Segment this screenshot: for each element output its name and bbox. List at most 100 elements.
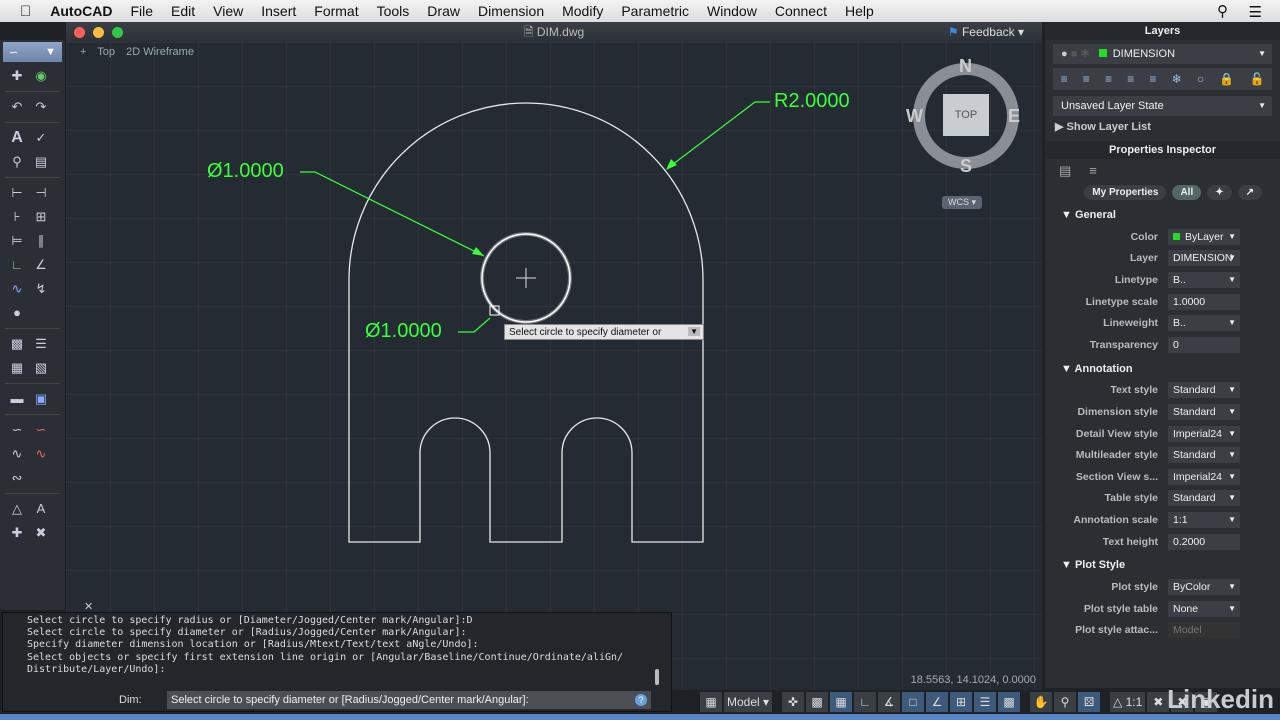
multileader-icon[interactable]: ▩ bbox=[8, 336, 26, 352]
dynamic-input-icon[interactable]: ⊞ bbox=[950, 692, 973, 712]
filter-all[interactable]: All bbox=[1172, 185, 1202, 200]
property-value[interactable]: Standard ▼ bbox=[1168, 447, 1240, 464]
object-properties-tab[interactable]: ▤ bbox=[1059, 163, 1071, 179]
compass-south[interactable]: S bbox=[960, 156, 972, 177]
property-value[interactable]: 0.2000 bbox=[1168, 533, 1240, 550]
menu-connect[interactable]: Connect bbox=[766, 3, 836, 19]
show-layer-list[interactable]: ▶ Show Layer List bbox=[1055, 120, 1270, 133]
viewcube[interactable]: TOP N S E W bbox=[906, 56, 1022, 180]
property-value[interactable]: ByColor ▼ bbox=[1168, 579, 1240, 596]
property-value[interactable]: Standard ▼ bbox=[1168, 490, 1240, 507]
linear-dimension-icon[interactable]: ⊢ bbox=[8, 185, 26, 201]
grid-snap-icon[interactable]: ▩ bbox=[806, 692, 829, 712]
tool-set-selector[interactable]: ∽ ▼ bbox=[3, 42, 62, 62]
menu-file[interactable]: File bbox=[121, 3, 162, 19]
otrack-icon[interactable]: ∠ bbox=[926, 692, 949, 712]
menu-window[interactable]: Window bbox=[698, 3, 766, 19]
layer-freeze-icon[interactable]: ❄ bbox=[1172, 72, 1182, 86]
redo-icon[interactable]: ↷ bbox=[32, 99, 50, 115]
chevron-down-icon[interactable]: ▼ bbox=[688, 327, 700, 336]
property-value[interactable]: None ▼ bbox=[1168, 600, 1240, 617]
layer-match-icon[interactable]: ≡ bbox=[1083, 72, 1090, 86]
viewcube-top-face[interactable]: TOP bbox=[943, 94, 989, 136]
circle-icon[interactable]: ● bbox=[8, 305, 26, 321]
layout-grid-icon[interactable]: ▦ bbox=[700, 692, 722, 712]
spellcheck-icon[interactable]: ✓ bbox=[32, 130, 50, 146]
property-value[interactable]: DIMENSION ▼ bbox=[1168, 250, 1240, 267]
table-icon[interactable]: ▦ bbox=[8, 360, 26, 376]
menu-insert[interactable]: Insert bbox=[252, 3, 305, 19]
revision-cloud-icon[interactable]: ▬ bbox=[8, 391, 26, 407]
layer-isolate-icon[interactable]: ≡ bbox=[1127, 72, 1134, 86]
menu-help[interactable]: Help bbox=[836, 3, 883, 19]
list-icon[interactable]: ☰ bbox=[1249, 3, 1262, 21]
annotation-visibility-icon[interactable]: ✖ bbox=[1147, 692, 1170, 712]
search-icon[interactable]: ⚲ bbox=[1217, 2, 1228, 20]
diameter-dimension-label[interactable]: Ø1.0000 bbox=[207, 160, 284, 183]
layers-tab[interactable]: ≡ bbox=[1089, 163, 1097, 179]
center-mark-icon[interactable]: ⊞ bbox=[32, 209, 50, 225]
remove-scale-icon[interactable]: ✖ bbox=[32, 525, 50, 541]
menu-app[interactable]: AutoCAD bbox=[41, 3, 121, 19]
layer-state-dropdown[interactable]: Unsaved Layer State ▼ bbox=[1053, 96, 1272, 116]
aligned-dimension-icon[interactable]: ⊣ bbox=[32, 185, 50, 201]
menu-view[interactable]: View bbox=[204, 3, 252, 19]
property-value[interactable]: ByLayer ▼ bbox=[1168, 228, 1240, 245]
layer-dropdown[interactable]: ● ■ ✱ DIMENSION ▼ bbox=[1053, 44, 1272, 64]
spline-icon[interactable]: ∽ bbox=[8, 422, 26, 438]
wipeout-icon[interactable]: ▣ bbox=[32, 391, 50, 407]
compass-north[interactable]: N bbox=[959, 56, 972, 77]
feedback-button[interactable]: ⚑ Feedback ▾ bbox=[948, 22, 1024, 42]
minimize-button[interactable] bbox=[93, 27, 104, 38]
helix-icon[interactable]: ∾ bbox=[8, 470, 26, 486]
model-space-button[interactable]: Model ▾ bbox=[724, 692, 773, 712]
command-input[interactable]: Select circle to specify diameter or [Ra… bbox=[167, 691, 651, 709]
snap-icon[interactable]: ✜ bbox=[782, 692, 805, 712]
property-value[interactable]: Standard ▼ bbox=[1168, 403, 1240, 420]
annotation-scale-button[interactable]: △ 1:1 bbox=[1110, 692, 1146, 712]
continue-dimension-icon[interactable]: ⊨ bbox=[8, 233, 26, 249]
property-value[interactable]: B.. ▼ bbox=[1168, 271, 1240, 288]
dim-space-icon[interactable]: ∠ bbox=[32, 257, 50, 273]
baseline-dimension-icon[interactable]: ⊦ bbox=[8, 209, 26, 225]
fullscreen-icon[interactable]: ▣ bbox=[1195, 692, 1218, 712]
radius-dimension-label[interactable]: R2.0000 bbox=[774, 90, 850, 113]
layer-previous-icon[interactable]: ≡ bbox=[1105, 72, 1112, 86]
property-value[interactable]: Imperial24 ▼ bbox=[1168, 425, 1240, 442]
apple-icon[interactable]:  bbox=[0, 3, 41, 20]
filter-my-properties[interactable]: My Properties bbox=[1084, 185, 1167, 200]
lineweight-icon[interactable]: ☰ bbox=[974, 692, 997, 712]
leader-align-icon[interactable]: ☰ bbox=[32, 336, 50, 352]
new-layer-icon[interactable]: ≡ bbox=[1061, 72, 1068, 86]
undo-icon[interactable]: ↶ bbox=[8, 99, 26, 115]
menu-modify[interactable]: Modify bbox=[553, 3, 612, 19]
quick-dimension-icon[interactable]: ∟ bbox=[8, 257, 26, 273]
pick-icon[interactable]: ↗ bbox=[1237, 185, 1262, 200]
drawing-canvas[interactable]: + Top 2D Wireframe Ø1.0000 Ø1.0000 R2.00… bbox=[66, 42, 1042, 690]
menu-draw[interactable]: Draw bbox=[418, 3, 469, 19]
layer-unlock-icon[interactable]: 🔓 bbox=[1249, 72, 1264, 86]
polyline-icon[interactable]: ∿ bbox=[8, 446, 26, 462]
polyline-edit-icon[interactable]: ∿ bbox=[32, 446, 50, 462]
find-icon[interactable]: ⚲ bbox=[8, 154, 26, 170]
menu-parametric[interactable]: Parametric bbox=[612, 3, 698, 19]
dim-break-icon[interactable]: ↯ bbox=[32, 281, 50, 297]
jogged-icon[interactable]: ∿ bbox=[8, 281, 26, 297]
menu-dimension[interactable]: Dimension bbox=[469, 3, 553, 19]
section-general[interactable]: ▼ General bbox=[1045, 202, 1280, 226]
property-value[interactable]: 0 bbox=[1168, 336, 1240, 353]
compass-east[interactable]: E bbox=[1008, 106, 1020, 127]
property-value[interactable]: 1:1 ▼ bbox=[1168, 511, 1240, 528]
section-plot-style[interactable]: ▼ Plot Style bbox=[1045, 552, 1280, 576]
zoom-button[interactable] bbox=[112, 27, 123, 38]
property-value[interactable]: 1.0000 bbox=[1168, 293, 1240, 310]
menu-tools[interactable]: Tools bbox=[368, 3, 419, 19]
ucs-menu[interactable]: WCS ▾ bbox=[942, 196, 983, 209]
auto-scale-icon[interactable]: ✖ bbox=[1171, 692, 1194, 712]
ordinate-dimension-icon[interactable]: ∥ bbox=[32, 233, 50, 249]
quick-select-icon[interactable]: ◉ bbox=[32, 68, 50, 84]
close-button[interactable] bbox=[74, 27, 85, 38]
add-scale-icon[interactable]: ✚ bbox=[8, 525, 26, 541]
osnap-icon[interactable]: □ bbox=[902, 692, 925, 712]
help-icon[interactable]: ? bbox=[635, 694, 647, 706]
